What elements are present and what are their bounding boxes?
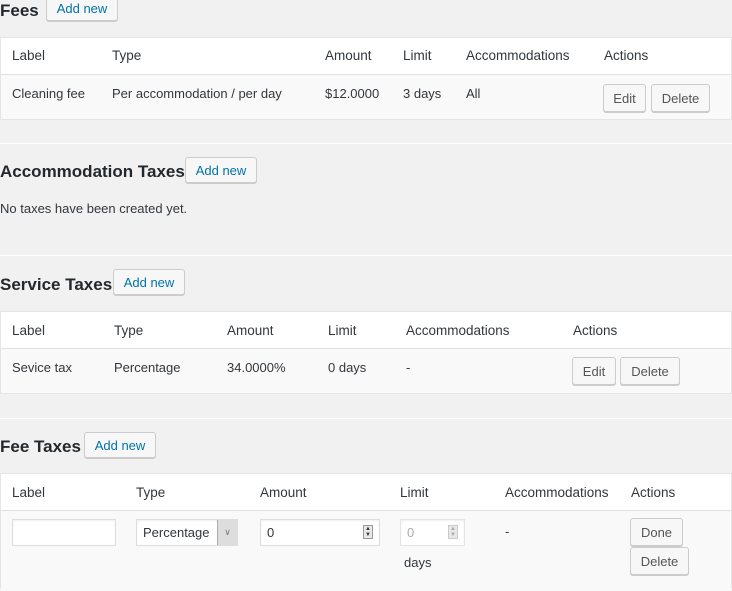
- service-taxes-title: Service Taxes: [0, 275, 113, 294]
- type-select[interactable]: Percentage ∨: [136, 519, 238, 546]
- edit-button[interactable]: Edit: [572, 357, 616, 385]
- limit-value: 0: [407, 525, 415, 540]
- fee-amount: $12.0000: [325, 86, 380, 101]
- stepper-icon[interactable]: ▲ ▼: [363, 525, 373, 539]
- col-label: Label: [12, 48, 46, 63]
- col-limit: Limit: [403, 48, 432, 63]
- amount-value: 0: [267, 525, 275, 540]
- col-actions: Actions: [573, 323, 618, 338]
- delete-button[interactable]: Delete: [651, 84, 710, 112]
- fees-table: Label Type Amount Limit Accommodations A…: [0, 37, 732, 120]
- type-select-value: Percentage: [143, 525, 210, 540]
- fee-label: Cleaning fee: [12, 86, 85, 101]
- col-label: Label: [12, 485, 46, 500]
- fee-taxes-add-new-button[interactable]: Add new: [84, 432, 156, 458]
- col-accommodations: Accommodations: [505, 485, 609, 500]
- accommodation-taxes-title: Accommodation Taxes: [0, 162, 185, 181]
- tax-type: Percentage: [114, 360, 181, 375]
- col-amount: Amount: [260, 485, 307, 500]
- limit-input: 0 ▲ ▼: [400, 519, 465, 546]
- limit-unit: days: [404, 555, 432, 570]
- tax-amount: 34.0000%: [227, 360, 286, 375]
- col-amount: Amount: [227, 323, 274, 338]
- divider: [0, 143, 732, 144]
- accommodations-value: -: [505, 524, 510, 539]
- fee-taxes-table: Label Type Amount Limit Accommodations A…: [0, 473, 732, 591]
- col-accommodations: Accommodations: [466, 48, 570, 63]
- amount-input[interactable]: 0 ▲ ▼: [260, 519, 380, 546]
- col-limit: Limit: [400, 485, 429, 500]
- stepper-icon: ▲ ▼: [448, 525, 458, 539]
- divider: [0, 255, 732, 256]
- empty-message: No taxes have been created yet.: [0, 201, 188, 216]
- col-actions: Actions: [631, 485, 676, 500]
- service-taxes-add-new-button[interactable]: Add new: [113, 269, 185, 295]
- fee-type: Per accommodation / per day: [112, 86, 282, 101]
- accommodation-taxes-add-new-button[interactable]: Add new: [185, 157, 257, 183]
- table-row: Cleaning fee Per accommodation / per day…: [1, 75, 731, 119]
- service-taxes-table: Label Type Amount Limit Accommodations A…: [0, 311, 732, 394]
- fee-taxes-title: Fee Taxes: [0, 437, 81, 456]
- done-button[interactable]: Done: [630, 518, 683, 546]
- delete-button[interactable]: Delete: [620, 357, 680, 385]
- delete-button[interactable]: Delete: [630, 547, 689, 575]
- tax-label: Sevice tax: [12, 360, 72, 375]
- col-amount: Amount: [325, 48, 372, 63]
- col-limit: Limit: [328, 323, 357, 338]
- tax-limit: 0 days: [328, 360, 367, 375]
- table-row: Sevice tax Percentage 34.0000% 0 days - …: [1, 349, 731, 393]
- label-input[interactable]: [12, 519, 116, 546]
- fee-accommodations: All: [466, 86, 481, 101]
- col-type: Type: [114, 323, 144, 338]
- col-label: Label: [12, 323, 46, 338]
- chevron-down-icon[interactable]: ∨: [217, 520, 237, 545]
- col-type: Type: [136, 485, 166, 500]
- fees-add-new-button[interactable]: Add new: [46, 0, 118, 21]
- divider: [0, 418, 732, 419]
- tax-accommodations: -: [406, 360, 411, 375]
- col-accommodations: Accommodations: [406, 323, 510, 338]
- col-type: Type: [112, 48, 142, 63]
- col-actions: Actions: [604, 48, 649, 63]
- fee-limit: 3 days: [403, 86, 442, 101]
- table-row-editing: Percentage ∨ 0 ▲ ▼ 0 ▲ ▼ days - Done Delet…: [1, 511, 731, 591]
- fees-title: Fees: [0, 1, 39, 20]
- edit-button[interactable]: Edit: [603, 84, 646, 112]
